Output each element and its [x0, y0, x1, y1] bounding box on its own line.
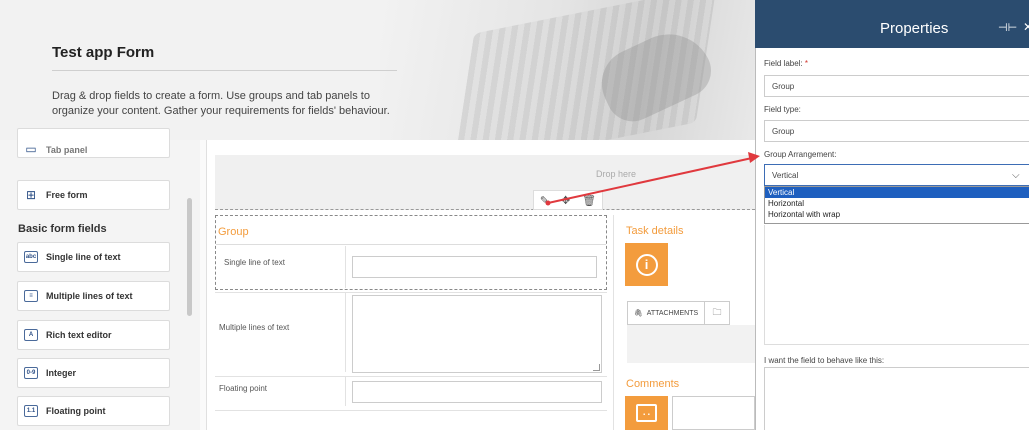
paperclip-icon: 🖇 [633, 310, 643, 317]
properties-header: Properties ⊣⊢ ✕ [755, 0, 1029, 48]
palette-item-multi-line[interactable]: ≡ Multiple lines of text [17, 281, 170, 311]
floating-point-input[interactable] [352, 381, 602, 403]
option-horizontal[interactable]: Horizontal [765, 198, 1029, 209]
palette-item-integer[interactable]: 0-9 Integer [17, 358, 170, 388]
group-container[interactable] [215, 215, 607, 290]
behaviour-caption: I want the field to behave like this: [764, 356, 885, 365]
row-divider [215, 376, 607, 377]
row-divider [215, 410, 607, 411]
comments-title: Comments [626, 378, 680, 390]
basic-fields-heading: Basic form fields [18, 223, 107, 235]
title-divider [52, 70, 397, 71]
column-divider [345, 376, 346, 406]
tab-attachments[interactable]: 🖇 ATTACHMENTS [627, 301, 705, 325]
palette-item-rich-text[interactable]: A Rich text editor [17, 320, 170, 350]
required-marker: * [804, 59, 809, 68]
option-vertical[interactable]: Vertical [765, 187, 1029, 198]
task-details-tile[interactable]: i [625, 243, 668, 286]
integer-icon: 0-9 [24, 367, 38, 379]
resize-handle[interactable] [593, 364, 600, 371]
chevron-down-icon[interactable]: ⌵ [1012, 170, 1020, 181]
text-field-icon: abc [24, 251, 38, 263]
pin-icon[interactable]: ⊣⊢ [998, 21, 1017, 34]
canvas-column-divider [613, 215, 614, 430]
field-toolbar: ✎ ✥ 🗑 [533, 190, 603, 210]
drop-zone[interactable] [215, 155, 755, 210]
pencil-icon[interactable]: ✎ [540, 194, 549, 207]
column-divider [345, 292, 346, 372]
task-details-title: Task details [626, 225, 684, 237]
behaviour-textarea[interactable] [764, 367, 1029, 430]
properties-blank-area [764, 225, 1029, 345]
rich-text-icon: A [24, 329, 38, 341]
floating-point-label: Floating point [219, 384, 268, 393]
single-line-input[interactable] [352, 256, 597, 278]
properties-title: Properties [880, 20, 949, 37]
field-label-caption: Field label: * [764, 59, 809, 68]
comment-icon: ·· [635, 404, 658, 422]
trash-icon[interactable]: 🗑 [582, 194, 596, 207]
field-label-input[interactable]: Group [764, 75, 1029, 97]
tab-panel-icon: ▭ [25, 142, 37, 156]
palette-item-tab-panel[interactable]: ▭ Tab panel [17, 128, 170, 158]
group-title: Group [218, 226, 249, 238]
arrangement-dropdown-list: Vertical Horizontal Horizontal with wrap [764, 186, 1029, 224]
palette-item-free-form[interactable]: ⊞ Free form [17, 180, 170, 210]
option-horizontal-wrap[interactable]: Horizontal with wrap [765, 209, 1029, 220]
attachments-panel [627, 325, 755, 363]
folder-icon: 🗀 [712, 307, 722, 317]
tab-folder[interactable]: 🗀 [705, 301, 730, 325]
group-arrangement-caption: Group Arrangement: [764, 150, 837, 159]
multi-line-label: Multiple lines of text [219, 323, 290, 332]
palette-item-floating-point[interactable]: 1.1 Floating point [17, 396, 170, 426]
multiline-icon: ≡ [24, 290, 38, 302]
single-line-label: Single line of text [224, 258, 285, 267]
group-arrangement-select[interactable]: Vertical [764, 164, 1029, 186]
column-divider [345, 246, 346, 288]
close-icon[interactable]: ✕ [1023, 20, 1029, 34]
palette-scrollbar[interactable] [187, 198, 192, 316]
drop-here-text: Drop here [596, 169, 637, 179]
field-type-caption: Field type: [764, 105, 801, 114]
floating-point-icon: 1.1 [24, 405, 38, 417]
form-description: Drag & drop fields to create a form. Use… [52, 90, 390, 117]
row-divider [215, 292, 607, 293]
form-title: Test app Form [52, 44, 155, 61]
info-icon: i [635, 253, 658, 276]
multi-line-input[interactable] [352, 295, 602, 373]
palette-item-single-line[interactable]: abc Single line of text [17, 242, 170, 272]
free-form-icon: ⊞ [25, 188, 37, 202]
move-icon[interactable]: ✥ [561, 194, 570, 207]
group-divider [216, 244, 606, 245]
comment-input[interactable] [672, 396, 755, 430]
field-type-value: Group [764, 120, 1029, 142]
comments-tile[interactable]: ·· [625, 396, 668, 430]
